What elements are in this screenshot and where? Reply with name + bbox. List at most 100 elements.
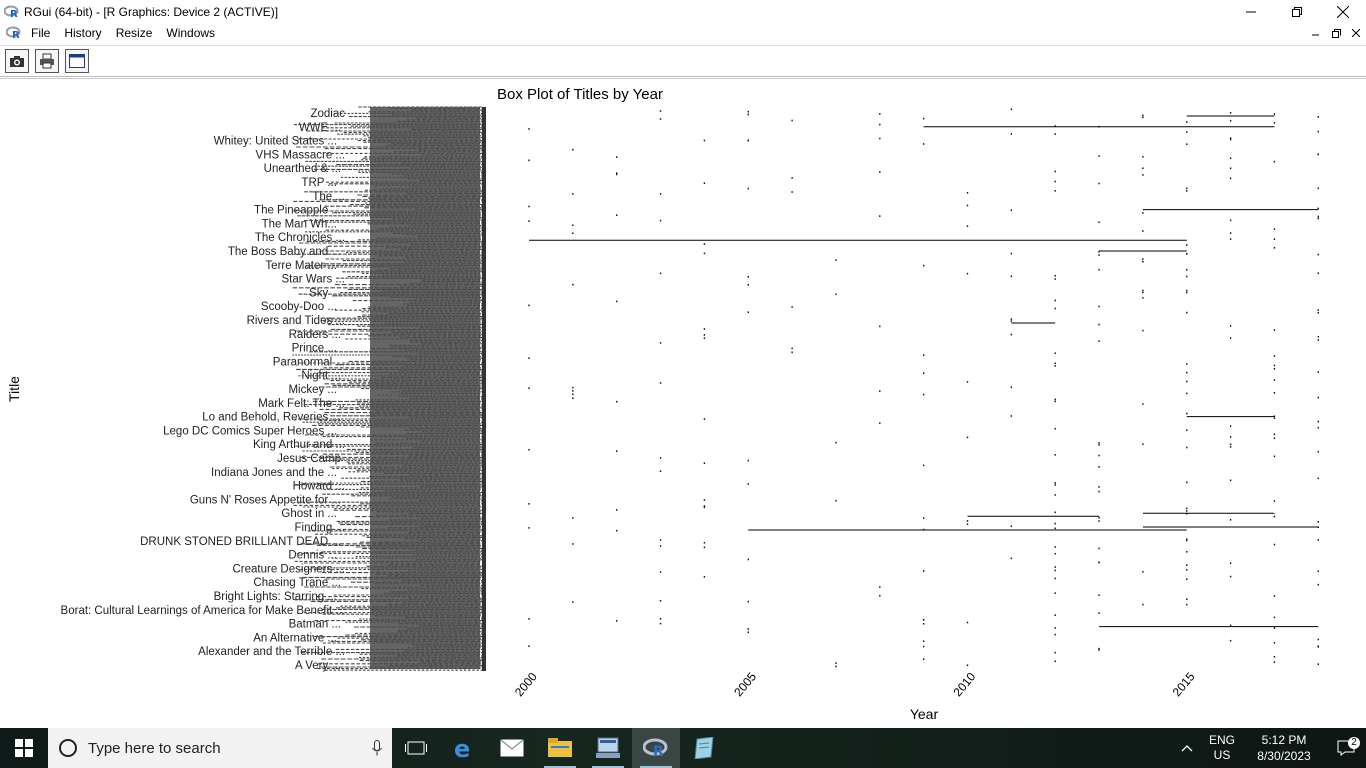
y-tick-label: WWE ... [299, 122, 341, 134]
taskbar-mail[interactable] [488, 728, 536, 768]
outlier-point [966, 520, 969, 522]
menu-windows[interactable]: Windows [159, 26, 222, 40]
outlier-point [1054, 614, 1056, 616]
y-tick-label: The Chronicles ... [255, 232, 345, 244]
outlier-point [1010, 252, 1013, 255]
outlier-point [659, 219, 662, 222]
outlier-point [1098, 442, 1100, 444]
minimize-icon [1246, 11, 1256, 12]
outlier-point [1010, 275, 1013, 278]
outlier-point [1229, 177, 1232, 180]
outlier-point [1317, 420, 1319, 423]
outlier-point [1054, 482, 1056, 484]
clock[interactable]: 5:12 PM 8/30/2023 [1242, 732, 1326, 764]
outlier-point [1229, 120, 1232, 122]
minimize-button[interactable] [1228, 0, 1274, 23]
outlier-point [1229, 137, 1232, 140]
copy-bitmap-button[interactable] [5, 49, 29, 73]
child-minimize-button[interactable] [1308, 25, 1324, 41]
outlier-point [879, 325, 881, 328]
restore-icon [1292, 6, 1302, 17]
print-icon [40, 53, 54, 69]
outlier-point [791, 306, 793, 308]
close-button[interactable] [1320, 0, 1366, 23]
outlier-point [1054, 365, 1056, 367]
outlier-point [966, 272, 969, 275]
outlier-point [1186, 481, 1188, 484]
outlier-point [1142, 114, 1144, 117]
outlier-point [791, 119, 793, 122]
window-title-bar[interactable]: R RGui (64-bit) - [R Graphics: Device 2 … [0, 0, 1366, 23]
print-button[interactable] [35, 49, 59, 73]
menu-file[interactable]: File [24, 26, 57, 40]
outlier-point [1229, 157, 1232, 160]
start-button[interactable] [0, 728, 48, 768]
outlier-point [1317, 521, 1319, 523]
outlier-point [835, 499, 837, 502]
outlier-point [1010, 386, 1013, 389]
outlier-point [1186, 598, 1188, 601]
taskbar-notepad[interactable] [680, 728, 728, 768]
child-close-button[interactable] [1348, 25, 1364, 41]
mail-icon [500, 739, 524, 757]
outlier-point [1186, 412, 1188, 415]
outlier-point [1186, 539, 1188, 542]
outlier-point [1098, 547, 1100, 550]
outlier-point [1098, 268, 1100, 271]
minimize-icon [1312, 34, 1319, 36]
task-view-icon [405, 741, 427, 755]
taskbar-network-app[interactable] [584, 728, 632, 768]
outlier-point [1229, 443, 1232, 446]
outlier-point [835, 662, 837, 664]
outlier-point [1186, 275, 1188, 278]
restore-button[interactable] [1274, 0, 1320, 23]
input-language[interactable]: ENG US [1202, 733, 1242, 763]
outlier-point [703, 541, 706, 544]
outlier-point [1054, 577, 1056, 580]
menu-resize[interactable]: Resize [109, 26, 160, 40]
microphone-icon[interactable] [362, 740, 392, 756]
y-tick-label: King Arthur and ... [253, 439, 345, 451]
outlier-point [1098, 182, 1100, 185]
outlier-point [1317, 130, 1319, 133]
new-window-button[interactable] [65, 49, 89, 73]
action-center-button[interactable]: 2 [1326, 737, 1366, 756]
show-hidden-icons-button[interactable] [1172, 744, 1202, 752]
y-tick-label: Indiana Jones and the ... [211, 467, 337, 479]
outlier-point [572, 393, 574, 396]
outlier-point [1273, 122, 1276, 124]
outlier-point [572, 517, 574, 519]
outlier-point [879, 422, 881, 425]
outlier-point [1317, 477, 1319, 480]
r-logo-icon[interactable]: R [6, 26, 22, 40]
outlier-point [747, 558, 749, 561]
outlier-point [1142, 258, 1144, 260]
taskbar-edge[interactable]: e [440, 728, 488, 768]
chevron-up-icon [1181, 745, 1193, 752]
outlier-point [572, 390, 574, 392]
taskbar-file-explorer[interactable] [536, 728, 584, 768]
outlier-point [528, 503, 530, 505]
outlier-point [1142, 230, 1144, 232]
outlier-point [528, 617, 530, 620]
outlier-point [1273, 437, 1276, 440]
y-tick-label: Mark Felt: The ... [258, 398, 345, 410]
outlier-point [1142, 116, 1144, 119]
outlier-point [966, 664, 969, 667]
outlier-point [922, 464, 925, 467]
child-restore-button[interactable] [1328, 25, 1344, 41]
outlier-point [1010, 557, 1013, 560]
outlier-point [1229, 232, 1232, 234]
outlier-point [747, 139, 749, 142]
outlier-point [747, 284, 749, 286]
outlier-point [1317, 215, 1319, 218]
taskbar-search-box[interactable]: Type here to search [48, 728, 392, 768]
taskbar-r-gui[interactable]: R [632, 728, 680, 768]
outlier-point [1273, 367, 1276, 370]
outlier-point [1098, 466, 1100, 468]
menu-history[interactable]: History [57, 26, 108, 40]
outlier-point [528, 304, 530, 307]
task-view-button[interactable] [392, 728, 440, 768]
r-graphics-device[interactable]: Box Plot of Titles by Year Year Title Zo… [0, 78, 1366, 728]
outlier-point [703, 334, 706, 336]
